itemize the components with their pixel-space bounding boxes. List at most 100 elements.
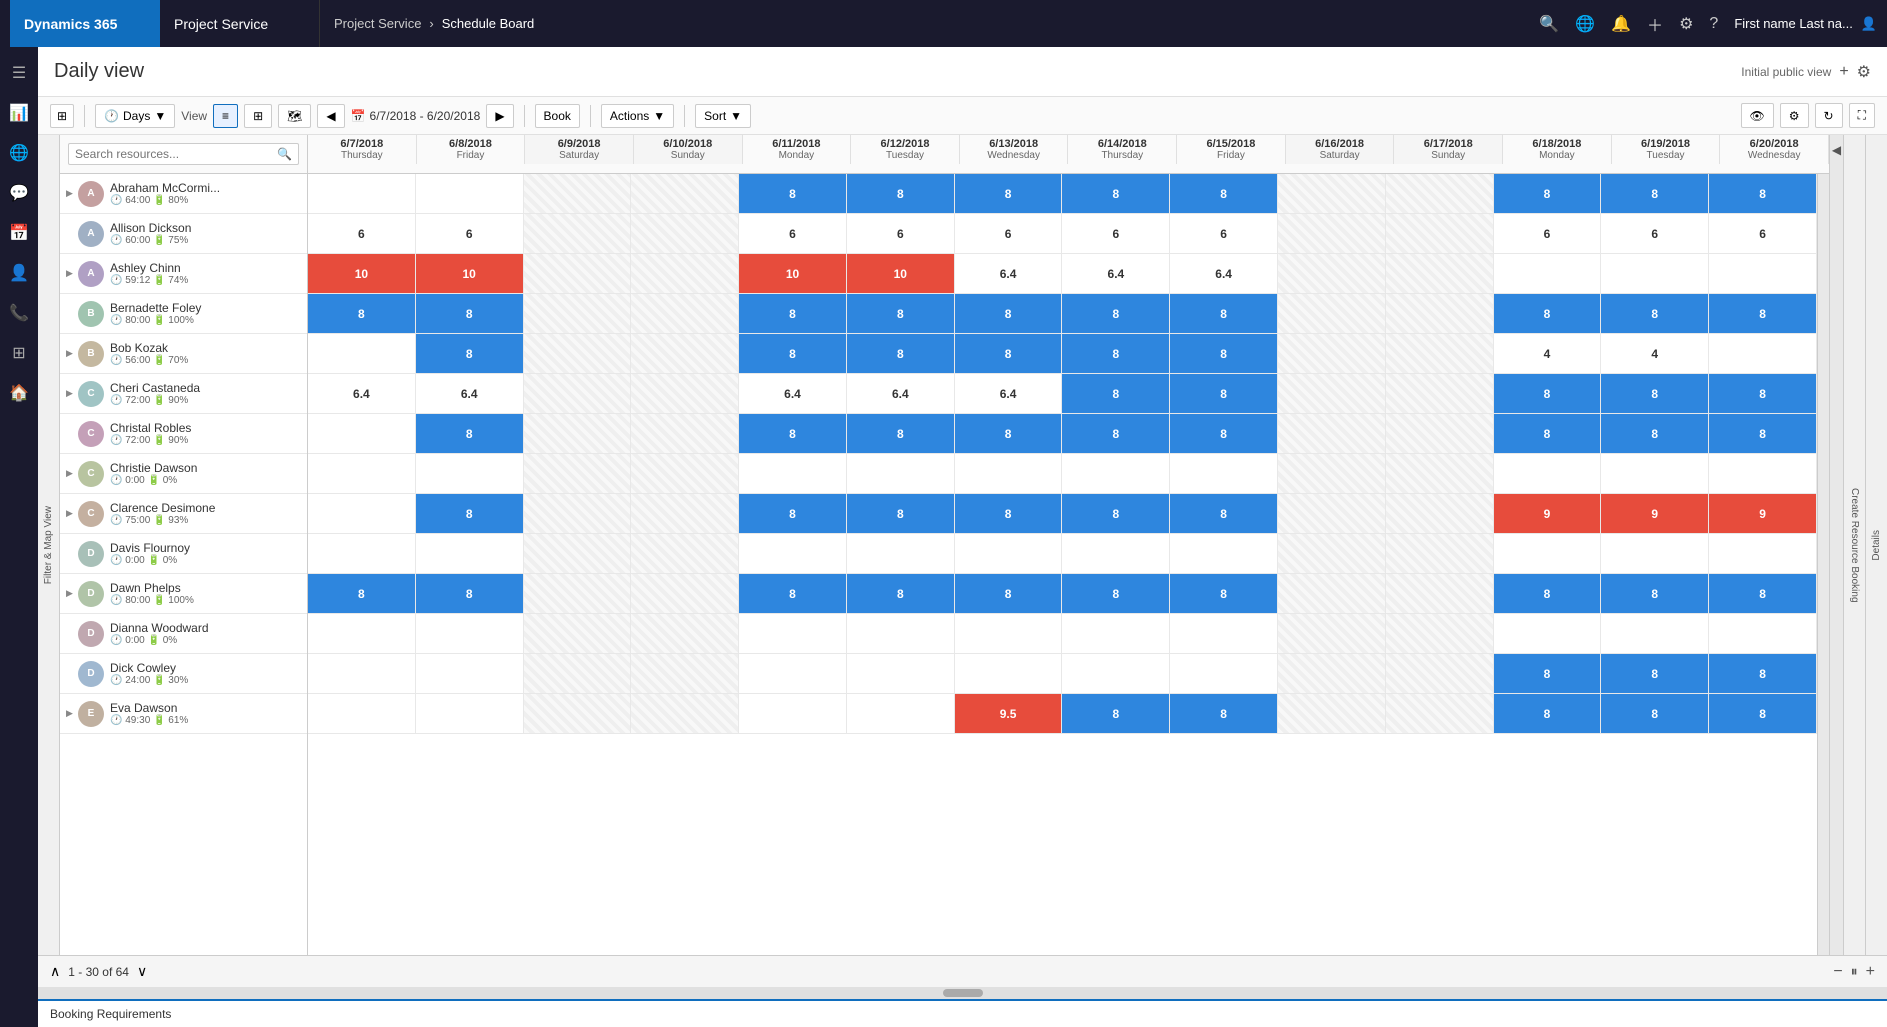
booking-cell-1-5[interactable]: 6 (847, 214, 955, 253)
booking-cell-13-1[interactable] (416, 694, 524, 733)
booking-cell-10-9[interactable] (1278, 574, 1386, 613)
help-icon[interactable]: ? (1709, 15, 1718, 33)
booking-cell-1-11[interactable]: 6 (1494, 214, 1602, 253)
booking-cell-11-10[interactable] (1386, 614, 1494, 653)
booking-cell-5-1[interactable]: 6.4 (416, 374, 524, 413)
booking-cell-3-10[interactable] (1386, 294, 1494, 333)
booking-cell-3-7[interactable]: 8 (1062, 294, 1170, 333)
booking-cell-7-12[interactable] (1601, 454, 1709, 493)
booking-cell-6-1[interactable]: 8 (416, 414, 524, 453)
booking-cell-8-3[interactable] (631, 494, 739, 533)
booking-cell-3-6[interactable]: 8 (955, 294, 1063, 333)
booking-cell-7-1[interactable] (416, 454, 524, 493)
booking-cell-13-13[interactable]: 8 (1709, 694, 1817, 733)
booking-cell-3-1[interactable]: 8 (416, 294, 524, 333)
grid-settings-button[interactable]: ⚙ (1780, 103, 1809, 128)
expand-icon-13[interactable]: ▶ (66, 708, 76, 719)
booking-cell-2-8[interactable]: 6.4 (1170, 254, 1278, 293)
booking-cell-9-10[interactable] (1386, 534, 1494, 573)
booking-cell-9-1[interactable] (416, 534, 524, 573)
expand-icon-8[interactable]: ▶ (66, 508, 76, 519)
expand-icon-4[interactable]: ▶ (66, 348, 76, 359)
booking-cell-5-9[interactable] (1278, 374, 1386, 413)
booking-cell-10-0[interactable]: 8 (308, 574, 416, 613)
booking-cell-4-13[interactable] (1709, 334, 1817, 373)
breadcrumb-parent[interactable]: Project Service (334, 16, 421, 31)
booking-cell-13-7[interactable]: 8 (1062, 694, 1170, 733)
booking-cell-2-11[interactable] (1494, 254, 1602, 293)
booking-cell-5-5[interactable]: 6.4 (847, 374, 955, 413)
booking-cell-1-2[interactable] (524, 214, 632, 253)
booking-cell-8-13[interactable]: 9 (1709, 494, 1817, 533)
eye-button[interactable]: 👁 (1741, 103, 1774, 128)
booking-cell-9-12[interactable] (1601, 534, 1709, 573)
expand-icon-5[interactable]: ▶ (66, 388, 76, 399)
booking-cell-6-9[interactable] (1278, 414, 1386, 453)
booking-cell-5-8[interactable]: 8 (1170, 374, 1278, 413)
create-booking-panel[interactable]: Create Resource Booking (1843, 135, 1865, 955)
booking-cell-7-3[interactable] (631, 454, 739, 493)
booking-cell-4-11[interactable]: 4 (1494, 334, 1602, 373)
booking-cell-13-2[interactable] (524, 694, 632, 733)
booking-cell-8-12[interactable]: 9 (1601, 494, 1709, 533)
booking-cell-12-8[interactable] (1170, 654, 1278, 693)
booking-cell-13-8[interactable]: 8 (1170, 694, 1278, 733)
booking-cell-4-0[interactable] (308, 334, 416, 373)
expand-rows-button[interactable]: ∨ (137, 963, 147, 980)
booking-cell-13-9[interactable] (1278, 694, 1386, 733)
booking-cell-5-12[interactable]: 8 (1601, 374, 1709, 413)
days-button[interactable]: 🕐 Days ▼ (95, 104, 175, 128)
page-settings-button[interactable]: ⚙ (1857, 62, 1871, 82)
booking-cell-12-10[interactable] (1386, 654, 1494, 693)
booking-cell-5-13[interactable]: 8 (1709, 374, 1817, 413)
booking-cell-11-11[interactable] (1494, 614, 1602, 653)
booking-cell-13-12[interactable]: 8 (1601, 694, 1709, 733)
booking-cell-13-11[interactable]: 8 (1494, 694, 1602, 733)
list-view-button[interactable]: ≡ (213, 104, 238, 128)
booking-cell-0-10[interactable] (1386, 174, 1494, 213)
actions-button[interactable]: Actions ▼ (601, 104, 674, 128)
booking-cell-10-11[interactable]: 8 (1494, 574, 1602, 613)
booking-cell-13-5[interactable] (847, 694, 955, 733)
booking-cell-7-2[interactable] (524, 454, 632, 493)
booking-cell-5-2[interactable] (524, 374, 632, 413)
resource-row[interactable]: ▶ D Dawn Phelps 🕐 80:00 🔋 100% (60, 574, 307, 614)
booking-cell-2-7[interactable]: 6.4 (1062, 254, 1170, 293)
booking-cell-8-1[interactable]: 8 (416, 494, 524, 533)
expand-icon-7[interactable]: ▶ (66, 468, 76, 479)
booking-cell-8-4[interactable]: 8 (739, 494, 847, 533)
booking-cell-1-13[interactable]: 6 (1709, 214, 1817, 253)
booking-cell-11-0[interactable] (308, 614, 416, 653)
booking-cell-11-13[interactable] (1709, 614, 1817, 653)
booking-cell-12-5[interactable] (847, 654, 955, 693)
booking-cell-6-0[interactable] (308, 414, 416, 453)
booking-cell-4-2[interactable] (524, 334, 632, 373)
zoom-out-button[interactable]: − (1833, 963, 1842, 981)
resource-row[interactable]: ▶ E Eva Dawson 🕐 49:30 🔋 61% (60, 694, 307, 734)
booking-cell-1-6[interactable]: 6 (955, 214, 1063, 253)
booking-cell-8-8[interactable]: 8 (1170, 494, 1278, 533)
booking-cell-11-9[interactable] (1278, 614, 1386, 653)
booking-cell-10-2[interactable] (524, 574, 632, 613)
booking-cell-0-2[interactable] (524, 174, 632, 213)
booking-cell-10-5[interactable]: 8 (847, 574, 955, 613)
resource-row[interactable]: C Christal Robles 🕐 72:00 🔋 90% (60, 414, 307, 454)
booking-cell-3-13[interactable]: 8 (1709, 294, 1817, 333)
booking-cell-12-1[interactable] (416, 654, 524, 693)
booking-cell-7-6[interactable] (955, 454, 1063, 493)
resource-row[interactable]: ▶ B Bob Kozak 🕐 56:00 🔋 70% (60, 334, 307, 374)
resource-row[interactable]: D Dianna Woodward 🕐 0:00 🔋 0% (60, 614, 307, 654)
booking-cell-12-7[interactable] (1062, 654, 1170, 693)
booking-cell-5-10[interactable] (1386, 374, 1494, 413)
booking-cell-10-13[interactable]: 8 (1709, 574, 1817, 613)
booking-cell-3-2[interactable] (524, 294, 632, 333)
booking-cell-10-1[interactable]: 8 (416, 574, 524, 613)
booking-cell-11-1[interactable] (416, 614, 524, 653)
booking-cell-7-4[interactable] (739, 454, 847, 493)
booking-cell-1-7[interactable]: 6 (1062, 214, 1170, 253)
booking-cell-8-6[interactable]: 8 (955, 494, 1063, 533)
booking-cell-6-11[interactable]: 8 (1494, 414, 1602, 453)
booking-cell-3-12[interactable]: 8 (1601, 294, 1709, 333)
booking-cell-0-8[interactable]: 8 (1170, 174, 1278, 213)
sidebar-item-home[interactable]: 🏠 (1, 375, 37, 411)
